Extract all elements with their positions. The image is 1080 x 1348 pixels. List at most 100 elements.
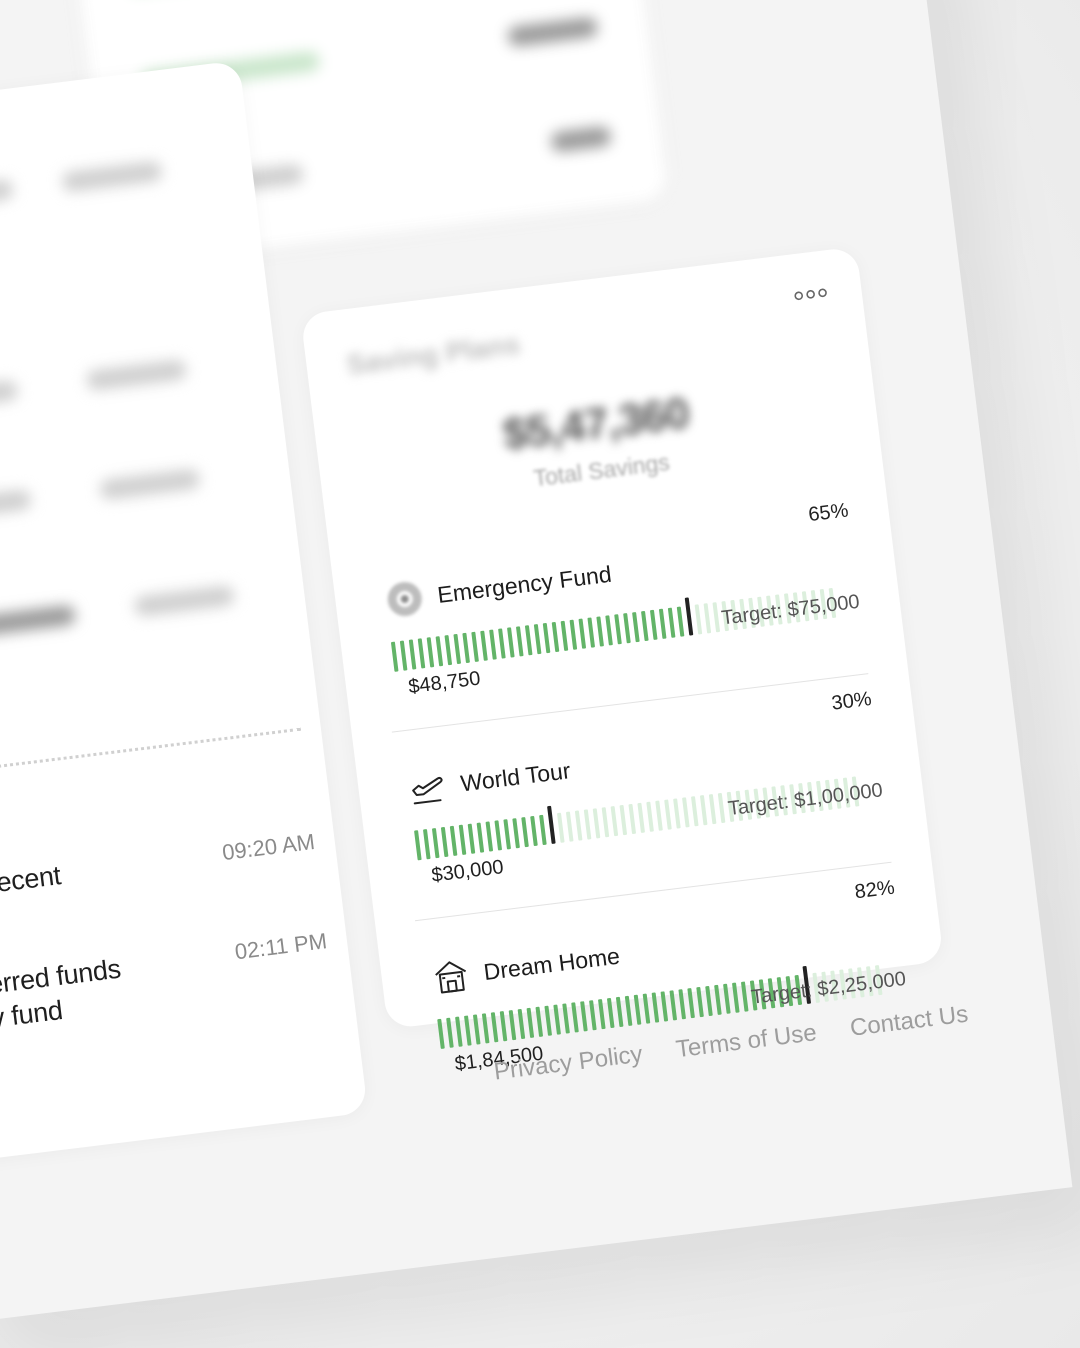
placeholder-bar <box>99 468 201 501</box>
progress-tick-filled <box>651 992 660 1023</box>
goal-header: Dream Home <box>430 937 622 998</box>
progress-tick-filled <box>553 1004 561 1035</box>
progress-tick-filled <box>731 982 740 1013</box>
progress-tick-filled <box>649 609 658 641</box>
progress-tick-filled <box>499 1011 508 1042</box>
progress-tick-filled <box>490 1012 499 1043</box>
progress-tick-empty <box>556 812 565 843</box>
progress-tick-filled <box>535 1006 544 1037</box>
progress-tick-empty <box>655 800 663 831</box>
screen: ewed recent ns 09:20 AM ransferred funds… <box>0 0 1080 1348</box>
placeholder-bar <box>550 125 613 153</box>
progress-tick-filled <box>472 1014 481 1045</box>
top-card-row <box>126 0 587 3</box>
card-title: Saving Plans <box>344 328 522 381</box>
house-icon <box>430 955 472 997</box>
goal-name: World Tour <box>459 756 572 797</box>
progress-tick-empty <box>708 793 717 825</box>
activity-item[interactable]: ransferred funds gency fund 02:11 PM <box>0 926 333 1040</box>
progress-tick-empty <box>574 810 583 841</box>
progress-tick-filled <box>435 636 444 667</box>
progress-tick-filled <box>444 634 453 666</box>
progress-tick-empty <box>583 809 592 840</box>
progress-tick-filled <box>480 630 488 661</box>
progress-tick-filled <box>615 996 624 1028</box>
progress-tick-filled <box>440 826 449 858</box>
progress-tick-filled <box>481 1013 490 1044</box>
progress-tick-filled <box>453 633 462 665</box>
progress-tick-filled <box>560 620 569 651</box>
progress-tick-filled <box>587 617 596 648</box>
progress-tick-filled <box>551 621 560 653</box>
placeholder-bar <box>85 359 188 392</box>
progress-tick-filled <box>676 606 685 637</box>
progress-marker <box>547 805 556 844</box>
progress-tick-filled <box>597 998 606 1030</box>
progress-tick-filled <box>569 619 578 650</box>
placeholder-bar <box>133 584 236 617</box>
progress-tick-filled <box>714 984 722 1016</box>
savings-plans-card: Saving Plans $5,47,360 Total Savings 65%… <box>300 246 944 1075</box>
goal-header: World Tour <box>407 751 573 809</box>
progress-marker <box>684 597 694 636</box>
placeholder-bar <box>0 379 19 415</box>
progress-tick-filled <box>624 995 633 1026</box>
progress-tick-filled <box>467 823 476 854</box>
progress-tick-filled <box>641 610 649 642</box>
progress-tick-empty <box>682 797 690 828</box>
progress-tick-empty <box>673 798 681 829</box>
progress-tick-filled <box>705 985 713 1017</box>
progress-tick-filled <box>669 990 678 1021</box>
progress-tick-filled <box>544 1005 553 1036</box>
placeholder-bar <box>0 178 15 216</box>
progress-tick-filled <box>437 1018 445 1050</box>
progress-tick-filled <box>503 819 512 850</box>
progress-tick-filled <box>455 1016 463 1047</box>
progress-tick-empty <box>628 803 637 835</box>
progress-tick-filled <box>687 988 695 1019</box>
life-buoy-icon <box>384 578 426 620</box>
progress-tick-filled <box>696 986 704 1018</box>
progress-tick-empty <box>565 811 574 842</box>
progress-tick-filled <box>562 1003 570 1034</box>
progress-tick-empty <box>601 807 610 838</box>
progress-tick-filled <box>740 981 749 1012</box>
progress-tick-filled <box>431 827 440 859</box>
progress-tick-filled <box>606 997 615 1029</box>
progress-tick-filled <box>517 1008 526 1040</box>
progress-tick-empty <box>712 602 721 633</box>
progress-tick-empty <box>717 792 726 824</box>
progress-tick-filled <box>578 618 587 649</box>
progress-tick-filled <box>417 638 426 669</box>
progress-tick-filled <box>660 991 669 1022</box>
progress-tick-filled <box>471 631 479 662</box>
progress-tick-empty <box>610 806 619 837</box>
progress-tick-filled <box>512 818 520 849</box>
progress-tick-filled <box>476 822 485 853</box>
progress-tick-filled <box>521 816 529 848</box>
placeholder-bar <box>506 16 599 48</box>
progress-tick-empty <box>703 603 712 634</box>
progress-tick-filled <box>667 607 676 638</box>
progress-tick-filled <box>533 624 542 655</box>
progress-tick-filled <box>614 614 622 645</box>
progress-tick-filled <box>530 815 538 847</box>
goal-percent: 30% <box>830 688 873 715</box>
goal-saved-amount: $30,000 <box>430 856 505 887</box>
goal-header: Emergency Fund <box>384 555 614 620</box>
activity-item[interactable]: ewed recent ns 09:20 AM <box>0 827 321 938</box>
progress-tick-filled <box>399 640 408 671</box>
progress-tick-filled <box>526 1007 535 1039</box>
goal-saved-amount: $48,750 <box>407 667 482 699</box>
goal-percent: 82% <box>853 876 896 904</box>
progress-tick-filled <box>462 632 470 664</box>
progress-tick-filled <box>642 993 651 1024</box>
airplane-takeoff-icon <box>407 766 449 808</box>
progress-tick-filled <box>623 613 631 644</box>
placeholder-bar <box>0 604 77 643</box>
more-horizontal-icon[interactable] <box>792 278 828 302</box>
progress-tick-filled <box>422 829 431 860</box>
progress-tick-filled <box>426 637 435 668</box>
progress-tick-filled <box>633 994 642 1025</box>
progress-tick-filled <box>390 641 399 672</box>
